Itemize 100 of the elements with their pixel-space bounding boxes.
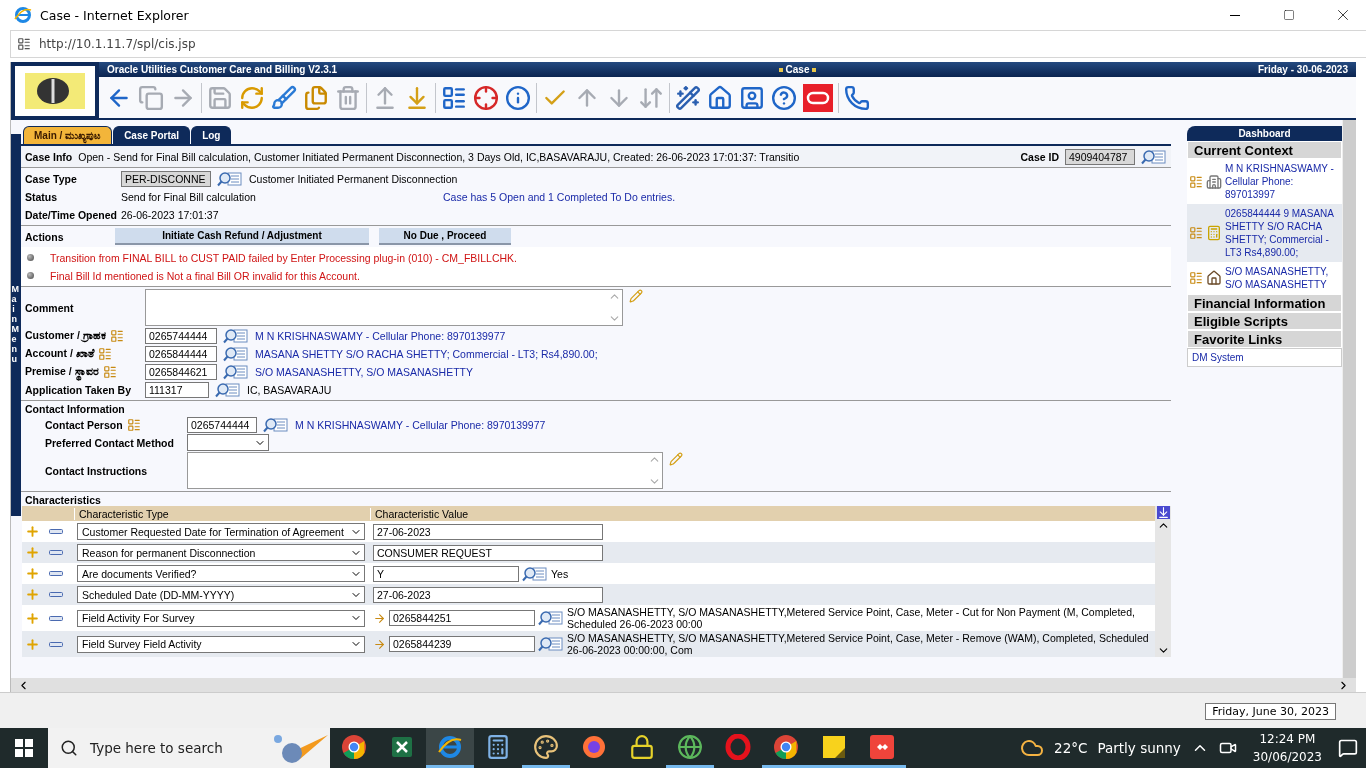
copy-icon: [138, 84, 164, 111]
section-title: Contact Information: [25, 403, 126, 415]
field-label: Comment: [25, 301, 75, 314]
value-description: S/O MASANASHETTY, S/O MASANASHETTY,Metered Service Point, Case, Meter - Remove (WAM), Completed, Scheduled 26-06-2023 00:00:00, Com: [567, 632, 1150, 657]
dashboard-section[interactable]: Financial Information: [1187, 294, 1342, 312]
add-row-button[interactable]: [25, 524, 40, 539]
calculator-icon: [485, 733, 511, 760]
contact-method-dropdown[interactable]: [187, 434, 269, 451]
calculator-icon: [1206, 225, 1222, 241]
dashboard-section[interactable]: Favorite Links: [1187, 330, 1342, 348]
contact-person-field[interactable]: 0265744444: [187, 416, 257, 433]
characteristic-value-field[interactable]: CONSUMER REQUEST: [373, 544, 603, 561]
sticky-note-icon: [821, 733, 847, 760]
case-info-text: Open - Send for Final Bill calculation, Customer Initiated Permanent Disconnection, 3 Days Old, IC,BASAVARAJU, Created: 26-06-2023 17:01:37: Transitio: [78, 150, 800, 163]
characteristic-type-dropdown[interactable]: Are documents Verified?: [77, 565, 365, 582]
search-lookup-icon[interactable]: [522, 565, 548, 582]
search-lookup-icon[interactable]: [538, 610, 564, 627]
remove-row-button[interactable]: [49, 615, 63, 621]
characteristic-value-field[interactable]: Y: [373, 565, 519, 582]
action-button[interactable]: Initiate Cash Refund / Adjustment: [115, 228, 369, 245]
wand-icon: [675, 84, 701, 111]
search-lookup-icon[interactable]: [223, 363, 249, 380]
id-field[interactable]: 0265744444: [145, 327, 217, 344]
window-title: Case - Internet Explorer: [40, 7, 190, 23]
characteristic-type-dropdown[interactable]: Customer Requested Date for Termination of Agreement: [77, 523, 365, 540]
search-lookup-icon[interactable]: [217, 170, 243, 187]
context-menu-icon[interactable]: [102, 364, 117, 379]
favorite-link[interactable]: DM System: [1192, 352, 1244, 363]
context-menu-icon[interactable]: [109, 328, 124, 343]
notification-icon[interactable]: [1338, 738, 1358, 758]
characteristic-type-dropdown[interactable]: Reason for permanent Disconnection: [77, 544, 365, 561]
list-icon: [441, 84, 467, 111]
search-lookup-icon[interactable]: [538, 636, 564, 653]
tab[interactable]: Main / ಮುಖ್ಯಪುಟ: [23, 126, 113, 144]
field-label: Case Info: [25, 150, 73, 163]
characteristic-value-field[interactable]: 27-06-2023: [373, 586, 603, 603]
vertical-scrollbar[interactable]: [1342, 120, 1356, 678]
remove-row-button[interactable]: [49, 641, 63, 647]
page-icon: [17, 37, 31, 51]
tab[interactable]: Case Portal: [113, 126, 191, 144]
add-row-button[interactable]: [25, 566, 40, 581]
field-label: Date/Time Opened: [25, 208, 115, 221]
main-menu-strip[interactable]: Main Menu: [11, 134, 21, 516]
opera-icon: [725, 733, 751, 760]
id-field[interactable]: 0265844621: [145, 363, 217, 380]
context-menu-icon[interactable]: [373, 611, 386, 625]
characteristic-value-field[interactable]: 27-06-2023: [373, 523, 603, 540]
search-lookup-icon[interactable]: [223, 327, 249, 344]
context-menu-icon[interactable]: [373, 637, 386, 651]
characteristic-type-dropdown[interactable]: Field Survey Field Activity: [77, 635, 365, 653]
download-icon[interactable]: [1156, 506, 1170, 519]
temperature: 22°C: [1054, 740, 1088, 756]
characteristic-type-dropdown[interactable]: Field Activity For Survey: [77, 609, 365, 627]
entity-description[interactable]: M N KRISHNASWAMY - Cellular Phone: 8970139977: [255, 329, 506, 342]
context-menu-icon[interactable]: [1189, 271, 1203, 285]
search-lookup-icon[interactable]: [223, 345, 249, 362]
house-icon: [1206, 270, 1222, 286]
vertical-scrollbar[interactable]: [1155, 506, 1171, 658]
dashboard-section[interactable]: Current Context: [1187, 141, 1342, 159]
remote-desktop-icon: [869, 733, 895, 760]
action-button[interactable]: No Due , Proceed: [379, 228, 511, 245]
characteristic-type-dropdown[interactable]: Scheduled Date (DD-MM-YYYY): [77, 586, 365, 603]
bullet-icon: [812, 67, 817, 72]
dashboard-section[interactable]: Eligible Scripts: [1187, 312, 1342, 330]
characteristic-value-field[interactable]: 0265844251: [389, 610, 535, 627]
remove-row-button[interactable]: [49, 550, 63, 555]
context-menu-icon[interactable]: [126, 417, 141, 432]
product-name: Oracle Utilities Customer Care and Billing V2.3.1: [107, 64, 338, 75]
search-lookup-icon[interactable]: [1141, 148, 1167, 165]
taskbar-clock[interactable]: 12:24 PM 30/06/2023: [1246, 730, 1328, 766]
context-menu-icon[interactable]: [97, 346, 112, 361]
section-title: Characteristics: [25, 494, 102, 506]
taskbar-search-field[interactable]: Type here to search: [48, 728, 330, 768]
pencil-icon[interactable]: [629, 289, 643, 303]
id-field[interactable]: 0265844444: [145, 345, 217, 362]
search-lookup-icon[interactable]: [263, 416, 289, 433]
address-bar[interactable]: http://10.1.11.7/spl/cis.jsp: [10, 30, 1366, 58]
search-lookup-icon[interactable]: [215, 381, 241, 398]
context-menu-icon[interactable]: [1189, 226, 1203, 240]
entity-description[interactable]: M N KRISHNASWAMY - Cellular Phone: 8970139977: [295, 418, 546, 431]
case-id-field[interactable]: 4909404787: [1065, 148, 1135, 165]
broom-icon: [271, 84, 297, 111]
dashboard-header: Dashboard: [1187, 126, 1342, 141]
remove-row-button[interactable]: [49, 529, 63, 534]
entity-description[interactable]: MASANA SHETTY S/O RACHA SHETTY; Commercial - LT3; Rs4,890.00;: [255, 347, 598, 360]
add-row-button[interactable]: [25, 610, 40, 626]
pencil-icon[interactable]: [669, 452, 683, 466]
error-message: Transition from FINAL BILL to CUST PAID failed by Enter Processing plug-in (010) - CM_FBILLCHK.: [50, 251, 518, 264]
context-menu-icon[interactable]: [1189, 174, 1203, 189]
case-type-field[interactable]: PER-DISCONNE: [121, 170, 211, 187]
remove-row-button[interactable]: [49, 571, 63, 576]
remove-row-button[interactable]: [49, 592, 63, 597]
chrome-icon: [773, 733, 799, 760]
tab[interactable]: Log: [191, 126, 232, 144]
characteristic-value-field[interactable]: 0265844239: [389, 636, 535, 653]
horizontal-scrollbar[interactable]: [11, 678, 1356, 692]
oracle-logo-icon: [803, 83, 833, 112]
id-field[interactable]: 111317: [145, 381, 209, 398]
entity-description[interactable]: S/O MASANASHETTY, S/O MASANASHETTY: [255, 365, 474, 378]
user-icon: [739, 84, 765, 111]
